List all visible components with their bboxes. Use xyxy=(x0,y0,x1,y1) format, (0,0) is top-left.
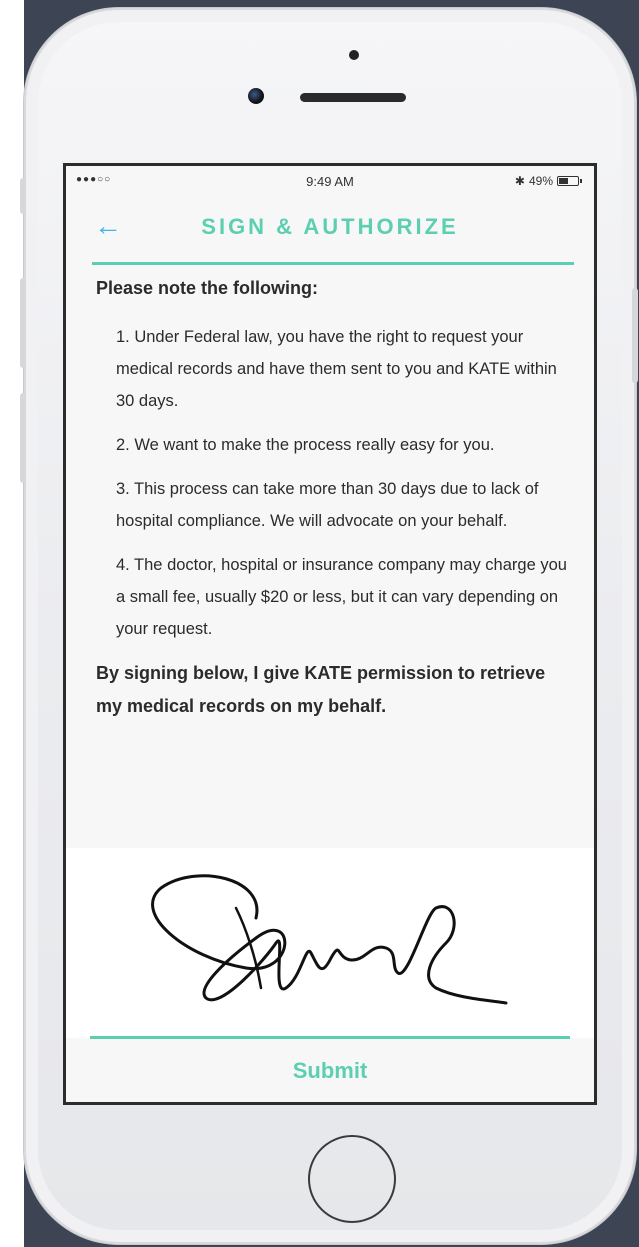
status-bar: ●●●○○ 9:49 AM ✱ 49% xyxy=(66,166,594,196)
notice-content: Please note the following: 1. Under Fede… xyxy=(96,278,572,741)
volume-down-button xyxy=(20,393,26,483)
signature-pad[interactable] xyxy=(66,848,594,1038)
notice-item-4: 4. The doctor, hospital or insurance com… xyxy=(116,556,567,638)
battery-cap xyxy=(580,179,582,183)
signature-line xyxy=(90,1036,570,1039)
notice-item-1: 1. Under Federal law, you have the right… xyxy=(116,328,557,410)
volume-up-button xyxy=(20,278,26,368)
power-button xyxy=(632,288,638,383)
consent-statement: By signing below, I give KATE permission… xyxy=(96,663,546,716)
signature-drawing xyxy=(151,874,508,1005)
earpiece-speaker xyxy=(300,93,406,102)
phone-screen: ●●●○○ 9:49 AM ✱ 49% ← SIGN & AUTHORIZE P… xyxy=(63,163,597,1105)
notice-item-3: 3. This process can take more than 30 da… xyxy=(116,480,539,530)
battery-fill xyxy=(559,178,568,184)
notice-intro: Please note the following: xyxy=(96,278,319,298)
battery-status: ✱ 49% xyxy=(515,174,582,188)
submit-button[interactable]: Submit xyxy=(66,1058,594,1084)
header-divider xyxy=(92,262,574,265)
proximity-sensor xyxy=(349,50,359,60)
page-title: SIGN & AUTHORIZE xyxy=(201,214,459,239)
front-camera-icon xyxy=(248,88,264,104)
battery-percent: 49% xyxy=(528,174,553,188)
home-button[interactable] xyxy=(308,1135,396,1223)
bluetooth-icon: ✱ xyxy=(514,174,525,188)
header: ← SIGN & AUTHORIZE xyxy=(66,196,594,266)
notice-item-2: 2. We want to make the process really ea… xyxy=(116,436,495,454)
battery-icon xyxy=(557,176,579,186)
mute-switch xyxy=(20,178,26,214)
